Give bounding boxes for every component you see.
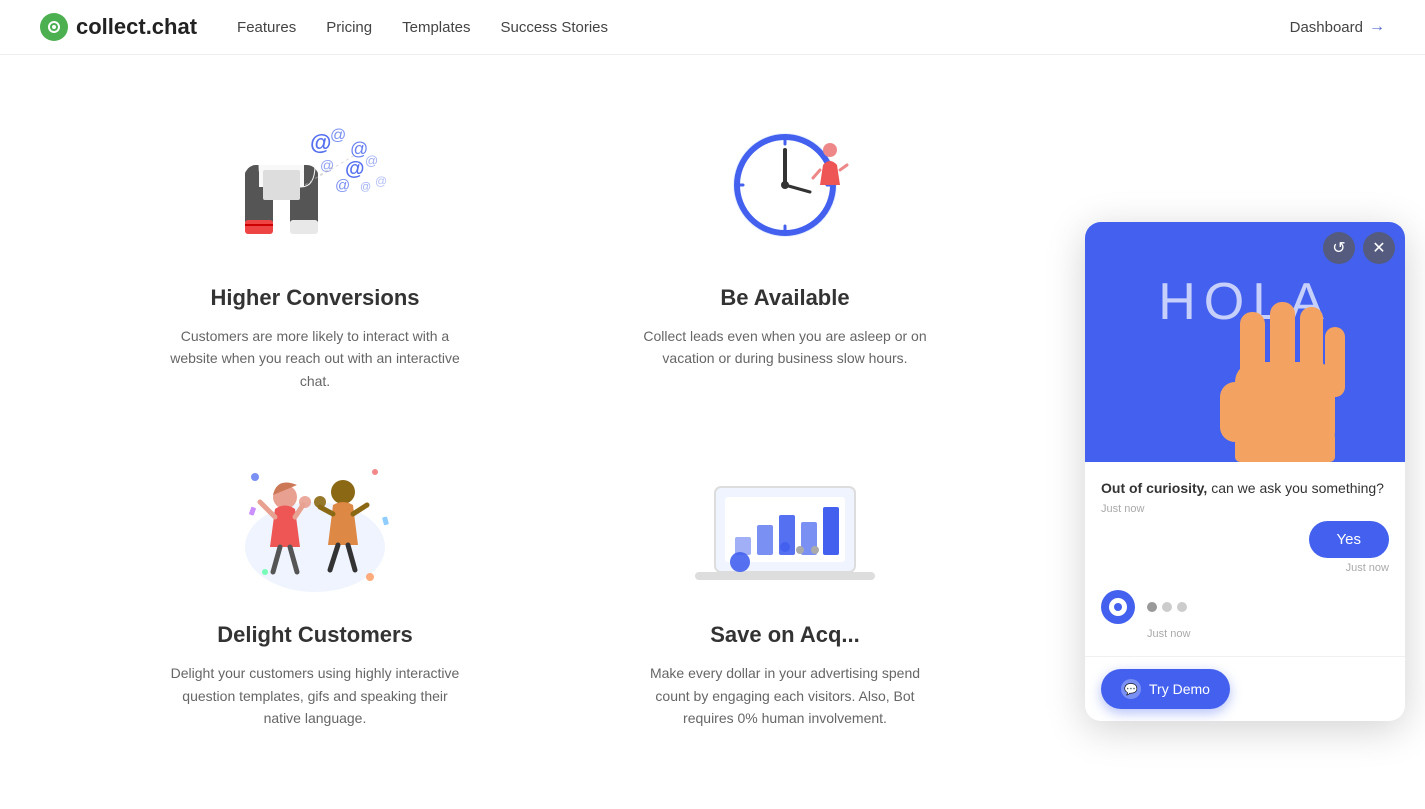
svg-text:@: @ (330, 127, 346, 144)
bot-avatar-dot (1114, 603, 1122, 611)
typing-dot-3 (1177, 602, 1187, 612)
svg-text:@: @ (335, 177, 350, 194)
bot-avatar-inner (1109, 598, 1127, 616)
chat-body: Out of curiosity, can we ask you somethi… (1085, 462, 1405, 656)
nav-links: Features Pricing Templates Success Stori… (237, 19, 1290, 36)
nav-templates[interactable]: Templates (402, 19, 470, 36)
yes-button[interactable]: Yes (1309, 521, 1389, 558)
svg-text:@: @ (375, 174, 387, 188)
higher-conversions-image: @ @ @ @ @ @ @ @ @ (215, 115, 415, 265)
yes-timestamp: Just now (1346, 562, 1389, 574)
typing-indicator (1101, 582, 1389, 628)
bot-timestamp: Just now (1101, 503, 1389, 515)
close-icon: ✕ (1372, 238, 1385, 258)
nav-features[interactable]: Features (237, 19, 296, 36)
try-demo-label: Try Demo (1149, 681, 1210, 697)
save-acq-title: Save on Acq... (710, 622, 860, 648)
higher-conversions-title: Higher Conversions (210, 285, 419, 311)
svg-text:@: @ (360, 181, 371, 193)
dashboard-arrow-icon: → (1369, 18, 1385, 36)
delight-customers-title: Delight Customers (217, 622, 413, 648)
features-grid: @ @ @ @ @ @ @ @ @ Higher Conversions Cus… (0, 55, 1100, 809)
be-available-title: Be Available (720, 285, 849, 311)
bot-bubble: Out of curiosity, can we ask you somethi… (1101, 478, 1389, 499)
higher-conversions-desc: Customers are more likely to interact wi… (165, 325, 465, 392)
typing-dot-2 (1162, 602, 1172, 612)
brand-name: collect.chat (76, 14, 197, 40)
brand-icon (40, 13, 68, 41)
nav-pricing[interactable]: Pricing (326, 19, 372, 36)
nav-success-stories[interactable]: Success Stories (500, 19, 608, 36)
user-yes-response: Yes Just now (1101, 521, 1389, 574)
be-available-image (685, 115, 885, 265)
close-button[interactable]: ✕ (1363, 232, 1395, 264)
hand-icon (1205, 282, 1365, 462)
refresh-button[interactable]: ↺ (1323, 232, 1355, 264)
typing-timestamp: Just now (1147, 628, 1389, 648)
typing-dot-1 (1147, 602, 1157, 612)
chat-controls: ↺ ✕ (1323, 232, 1395, 264)
navbar: collect.chat Features Pricing Templates … (0, 0, 1425, 55)
bot-message-rest: can we ask you something? (1207, 480, 1384, 496)
bot-avatar (1101, 590, 1135, 624)
typing-dots (1147, 602, 1187, 612)
feature-be-available: Be Available Collect leads even when you… (550, 95, 1020, 432)
refresh-icon: ↺ (1332, 238, 1345, 258)
feature-higher-conversions: @ @ @ @ @ @ @ @ @ Higher Conversions Cus… (80, 95, 550, 432)
chat-widget: ↺ ✕ HOLA Out of c (1085, 222, 1405, 721)
feature-save-acq: Save on Acq... Make every dollar in your… (550, 432, 1020, 769)
chat-footer: 💬 Try Demo (1085, 656, 1405, 721)
svg-text:@: @ (365, 153, 378, 168)
try-demo-button[interactable]: 💬 Try Demo (1101, 669, 1230, 709)
bot-message: Out of curiosity, can we ask you somethi… (1101, 478, 1389, 515)
save-acq-desc: Make every dollar in your advertising sp… (635, 662, 935, 729)
delight-customers-desc: Delight your customers using highly inte… (165, 662, 465, 729)
try-demo-icon: 💬 (1121, 679, 1141, 699)
dashboard-link[interactable]: Dashboard → (1290, 18, 1385, 36)
bot-message-strong: Out of curiosity, (1101, 480, 1207, 496)
be-available-desc: Collect leads even when you are asleep o… (635, 325, 935, 370)
delight-customers-image (215, 452, 415, 602)
save-acq-image (685, 452, 885, 602)
feature-delight-customers: Delight Customers Delight your customers… (80, 432, 550, 769)
brand-logo[interactable]: collect.chat (40, 13, 197, 41)
svg-text:@: @ (310, 130, 331, 155)
